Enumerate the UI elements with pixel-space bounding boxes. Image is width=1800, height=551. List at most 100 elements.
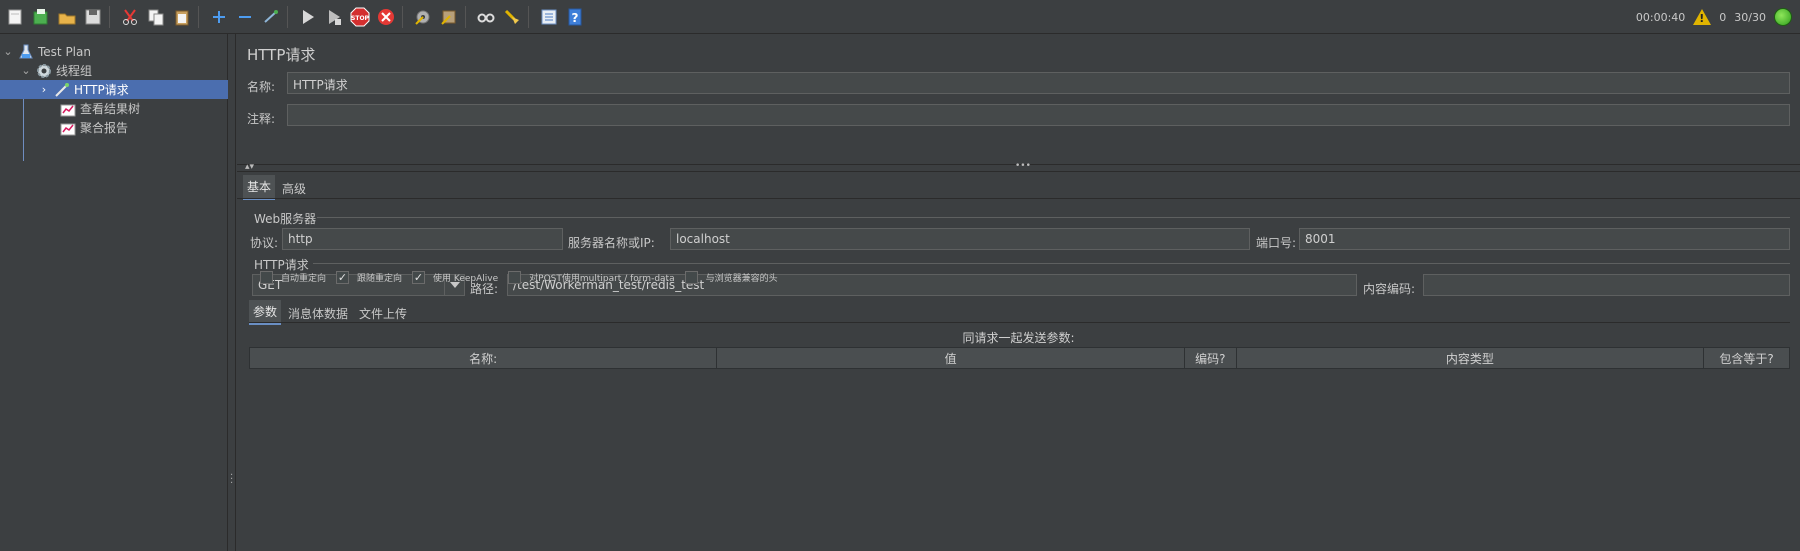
column-header-encode[interactable]: 编码?	[1185, 348, 1237, 368]
column-header-include-equals[interactable]: 包含等于?	[1704, 348, 1789, 368]
option-label: 使用 KeepAlive	[433, 274, 499, 284]
thread-count: 30/30	[1734, 10, 1766, 24]
shutdown-icon[interactable]	[374, 5, 397, 28]
parameters-caption: 同请求一起发送参数:	[962, 331, 1075, 345]
warning-count: 0	[1719, 10, 1727, 24]
reset-search-icon[interactable]	[500, 5, 523, 28]
comment-field[interactable]	[287, 104, 1790, 126]
checkbox[interactable]	[508, 271, 522, 284]
tree-node-view-results-tree[interactable]: 查看结果树	[56, 99, 140, 118]
drag-handle-icon[interactable]: · · ·	[230, 471, 233, 489]
option-label: 自动重定向	[281, 274, 327, 284]
parameters-table-body[interactable]	[249, 369, 1790, 539]
port-label: 端口号:	[1256, 236, 1297, 250]
tree-node-label: 聚合报告	[80, 121, 129, 135]
option-auto-redirect[interactable]: 自动重定向	[260, 271, 326, 284]
group-divider	[317, 217, 1790, 218]
elapsed-time: 00:00:40	[1635, 10, 1686, 24]
collapse-icon[interactable]	[233, 5, 256, 28]
toolbar-separator	[109, 5, 110, 28]
protocol-label: 协议:	[250, 236, 279, 250]
option-keepalive[interactable]: ✓ 使用 KeepAlive	[412, 271, 498, 284]
tree-node-label: 查看结果树	[80, 102, 141, 116]
tree-node-aggregate-report[interactable]: 聚合报告	[56, 118, 128, 137]
toolbar-separator	[528, 5, 529, 28]
column-header-content-type[interactable]: 内容类型	[1237, 348, 1705, 368]
clear-icon[interactable]	[411, 5, 434, 28]
function-helper-icon[interactable]	[537, 5, 560, 28]
option-multipart[interactable]: 对POST使用multipart / form-data	[508, 271, 675, 284]
warning-icon[interactable]	[1693, 9, 1712, 25]
chevron-down-icon[interactable]: ⌄	[2, 45, 14, 58]
svg-text:STOP: STOP	[351, 15, 370, 22]
server-name-label: 服务器名称或IP:	[568, 236, 655, 250]
test-plan-tree: ⌄ Test Plan ⌄ 线程组 › HTTP请求 查看结果树 聚合报告	[0, 34, 228, 551]
column-header-name[interactable]: 名称:	[250, 348, 718, 368]
collapse-arrows-icon[interactable]: ▴▾	[245, 162, 254, 172]
option-browser-compatible-headers[interactable]: 与浏览器兼容的头	[684, 271, 778, 284]
parameters-table-header: 名称: 值 编码? 内容类型 包含等于?	[249, 347, 1790, 369]
option-label: 与浏览器兼容的头	[705, 274, 778, 284]
tree-splitter[interactable]: · · ·	[228, 34, 236, 551]
running-status-icon	[1774, 8, 1792, 26]
toolbar-separator	[198, 5, 199, 28]
option-label: 跟随重定向	[357, 274, 403, 284]
http-request-panel: HTTP请求 名称: HTTP请求 注释: ▴▾ ••• 基本 高级 Web服务…	[237, 34, 1800, 551]
toolbar-separator	[287, 5, 288, 28]
page-title: HTTP请求	[247, 46, 316, 64]
option-follow-redirects[interactable]: ✓ 跟随重定向	[336, 271, 402, 284]
chevron-down-icon[interactable]: ⌄	[20, 64, 32, 77]
copy-icon[interactable]	[144, 5, 167, 28]
web-server-group-title: Web服务器	[254, 212, 317, 226]
tree-node-label: 线程组	[56, 64, 93, 78]
tree-node-http-request[interactable]: › HTTP请求	[0, 80, 228, 99]
tree-node-label: HTTP请求	[74, 83, 129, 97]
toggle-icon[interactable]	[259, 5, 282, 28]
toolbar-separator	[402, 5, 403, 28]
request-options: 自动重定向 ✓ 跟随重定向 ✓ 使用 KeepAlive 对POST使用mult…	[260, 271, 778, 284]
protocol-field[interactable]: http	[282, 228, 563, 250]
server-name-field[interactable]: localhost	[670, 228, 1250, 250]
checkbox[interactable]	[684, 271, 698, 284]
checkbox[interactable]: ✓	[336, 271, 350, 284]
column-header-value[interactable]: 值	[717, 348, 1185, 368]
checkbox[interactable]: ✓	[412, 271, 426, 284]
clear-all-icon[interactable]	[437, 5, 460, 28]
drag-handle-icon[interactable]: •••	[1015, 161, 1031, 171]
content-encoding-field[interactable]	[1423, 274, 1790, 296]
group-divider	[313, 263, 1790, 264]
open-icon[interactable]	[55, 5, 78, 28]
chevron-right-icon[interactable]: ›	[38, 83, 50, 96]
comment-label: 注释:	[247, 112, 276, 126]
listener-chart-icon	[60, 101, 76, 117]
start-icon[interactable]	[296, 5, 319, 28]
new-file-icon[interactable]	[3, 5, 26, 28]
help-icon[interactable]: ?	[563, 5, 586, 28]
stop-icon[interactable]: STOP	[348, 5, 371, 28]
main-toolbar: STOP ? 00:00:40 0 30/30	[0, 0, 1800, 34]
content-encoding-label: 内容编码:	[1363, 282, 1416, 296]
tab-basic[interactable]: 基本	[243, 175, 276, 200]
tree-node-label: Test Plan	[38, 44, 91, 59]
tree-node-test-plan[interactable]: ⌄ Test Plan	[2, 42, 91, 61]
name-field[interactable]: HTTP请求	[287, 72, 1790, 94]
gear-icon	[36, 63, 52, 79]
tree-node-thread-group[interactable]: ⌄ 线程组	[20, 61, 92, 80]
paste-icon[interactable]	[170, 5, 193, 28]
sampler-pen-icon	[54, 82, 70, 98]
search-icon[interactable]	[474, 5, 497, 28]
option-label: 对POST使用multipart / form-data	[529, 274, 675, 284]
status-area: 00:00:40 0 30/30	[1636, 0, 1792, 34]
save-icon[interactable]	[81, 5, 104, 28]
cut-icon[interactable]	[118, 5, 141, 28]
tab-advanced[interactable]: 高级	[278, 177, 310, 200]
panel-splitter[interactable]: ▴▾ •••	[237, 161, 1800, 172]
name-label: 名称:	[247, 80, 276, 94]
checkbox[interactable]	[260, 271, 273, 284]
start-no-pause-icon[interactable]	[322, 5, 345, 28]
templates-icon[interactable]	[29, 5, 52, 28]
test-plan-icon	[18, 44, 34, 60]
expand-icon[interactable]	[207, 5, 230, 28]
port-field[interactable]: 8001	[1299, 228, 1790, 250]
svg-text:?: ?	[571, 11, 578, 25]
